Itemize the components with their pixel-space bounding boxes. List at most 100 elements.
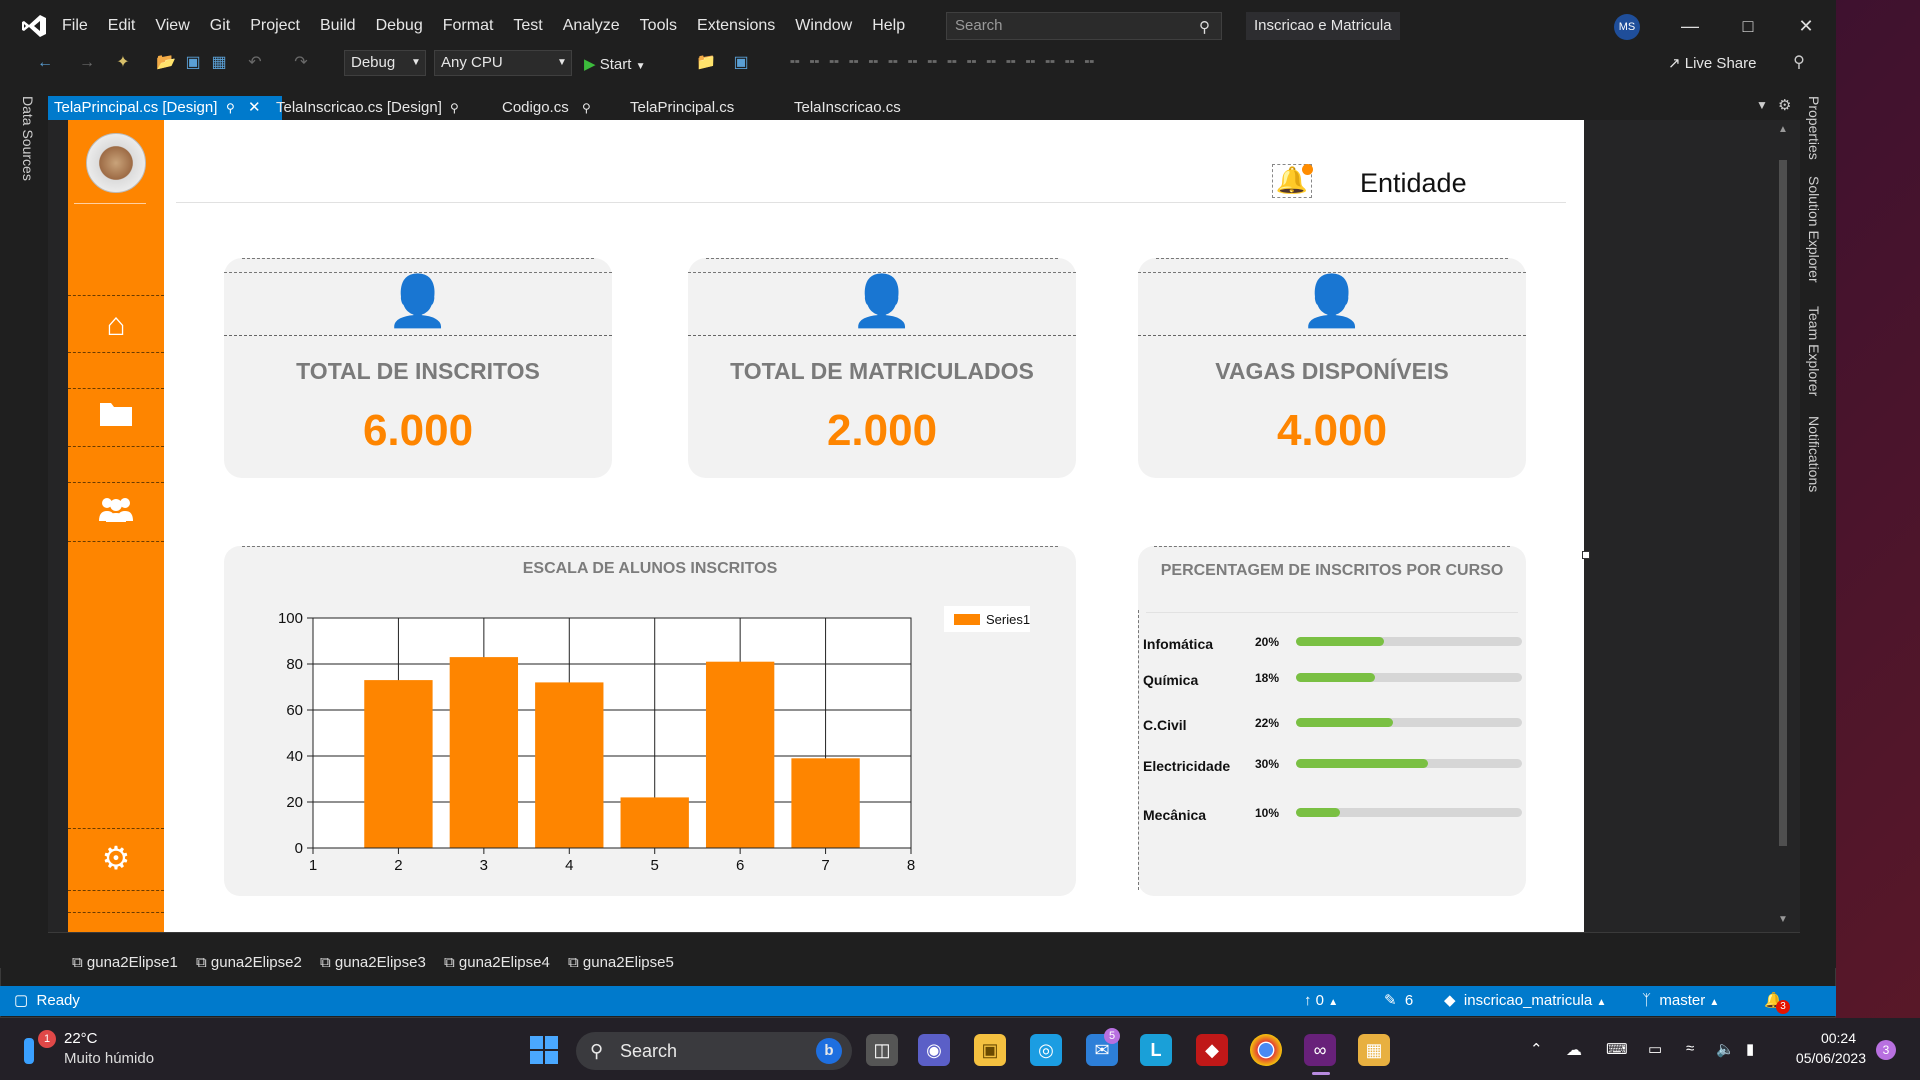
- forward-icon[interactable]: →: [78, 54, 96, 72]
- menu-item[interactable]: Tools: [630, 0, 687, 52]
- menu-item[interactable]: File: [52, 0, 98, 52]
- chrome-icon[interactable]: [1250, 1034, 1282, 1066]
- back-icon[interactable]: ←: [36, 54, 54, 72]
- tray-component[interactable]: ⧉ guna2Elipse5: [568, 954, 674, 971]
- volume-icon[interactable]: 🔈: [1716, 1040, 1735, 1058]
- maximize-button[interactable]: □: [1728, 10, 1768, 42]
- solution-explorer-panel-tab[interactable]: Solution Explorer: [1806, 176, 1822, 283]
- form-resize-handle[interactable]: [1582, 551, 1590, 559]
- users-icon[interactable]: [96, 492, 136, 532]
- close-button[interactable]: ✕: [1786, 10, 1826, 42]
- display-icon[interactable]: ▭: [1648, 1040, 1662, 1058]
- settings-gear-icon[interactable]: ⚙: [96, 838, 136, 878]
- branch-icon: ᛉ: [1642, 992, 1652, 1009]
- legend-swatch: [954, 614, 980, 625]
- tray-overflow-icon[interactable]: ⌃: [1530, 1040, 1543, 1058]
- configuration-value: Debug: [351, 54, 396, 71]
- tray-component-label: guna2Elipse5: [582, 954, 674, 971]
- menu-item[interactable]: Format: [433, 0, 504, 52]
- menu-item[interactable]: Analyze: [553, 0, 630, 52]
- live-share-button[interactable]: ↗ Live Share: [1668, 54, 1756, 74]
- scrollbar-thumb[interactable]: [1779, 160, 1787, 846]
- avatar[interactable]: MS: [1614, 14, 1640, 40]
- menu-item[interactable]: Build: [310, 0, 366, 52]
- screenshot-icon[interactable]: ▣: [732, 54, 750, 72]
- progress-track: [1296, 673, 1522, 682]
- menu-item[interactable]: Project: [240, 0, 310, 52]
- team-explorer-panel-tab[interactable]: Team Explorer: [1806, 306, 1822, 396]
- gear-icon[interactable]: ⚙: [1778, 96, 1791, 114]
- notifications-panel-tab[interactable]: Notifications: [1806, 416, 1822, 492]
- redo-icon[interactable]: ↷: [292, 54, 310, 72]
- taskbar-search[interactable]: ⚲ Search b: [576, 1032, 852, 1070]
- save-all-icon[interactable]: ▦: [210, 54, 228, 72]
- repository-selector[interactable]: ◆ inscricao_matricula ▲: [1444, 986, 1606, 1018]
- platform-select[interactable]: Any CPU ▼: [434, 50, 572, 76]
- close-tab-icon[interactable]: ✕: [248, 96, 261, 120]
- y-tick-label: 20: [286, 794, 303, 811]
- properties-panel-tab[interactable]: Properties: [1806, 96, 1822, 160]
- tray-component[interactable]: ⧉ guna2Elipse1: [72, 954, 178, 971]
- battery-icon[interactable]: ▮: [1746, 1040, 1754, 1058]
- feedback-icon[interactable]: ⚲: [1790, 54, 1808, 72]
- bar: [364, 680, 433, 848]
- task-view-icon[interactable]: ◫: [866, 1034, 898, 1066]
- tab-telaprincipal[interactable]: TelaPrincipal.cs: [624, 96, 766, 120]
- edge-browser-icon[interactable]: ◎: [1030, 1034, 1062, 1066]
- menu-item[interactable]: View: [145, 0, 199, 52]
- open-folder-icon[interactable]: 📂: [156, 54, 176, 72]
- tab-telaprincipal-design[interactable]: TelaPrincipal.cs [Design] ⚲ ✕: [48, 96, 282, 120]
- weather-temperature: 22°C: [64, 1030, 98, 1047]
- tray-component[interactable]: ⧉ guna2Elipse4: [444, 954, 550, 971]
- keyboard-icon[interactable]: ⌨: [1606, 1040, 1628, 1058]
- menu-item[interactable]: Debug: [366, 0, 433, 52]
- folder-icon[interactable]: [96, 396, 136, 436]
- start-button[interactable]: ▶ Start ▼: [584, 52, 645, 78]
- wifi-icon[interactable]: ≈: [1686, 1040, 1694, 1057]
- tab-label: Codigo.cs: [502, 99, 569, 116]
- branch-selector[interactable]: ᛉ master ▲: [1642, 986, 1719, 1018]
- push-count[interactable]: ↑ 0 ▲: [1304, 986, 1338, 1018]
- menu-item[interactable]: Help: [862, 0, 915, 52]
- start-button[interactable]: [528, 1034, 560, 1066]
- file-explorer-icon[interactable]: ▣: [974, 1034, 1006, 1066]
- configuration-select[interactable]: Debug ▼: [344, 50, 426, 76]
- undo-icon[interactable]: ↶: [246, 54, 264, 72]
- tab-telainscricao-design[interactable]: TelaInscricao.cs [Design] ⚲: [270, 96, 482, 120]
- scroll-up-icon[interactable]: ▲: [1778, 124, 1788, 135]
- tab-codigo[interactable]: Codigo.cs ⚲: [496, 96, 628, 120]
- tab-overflow-icon[interactable]: ▼: [1756, 98, 1768, 112]
- clock-date[interactable]: 05/06/2023: [1776, 1050, 1866, 1066]
- mcafee-icon[interactable]: ◆: [1196, 1034, 1228, 1066]
- browse-icon[interactable]: 📁: [696, 54, 716, 72]
- menu-item[interactable]: Test: [503, 0, 552, 52]
- menu-item[interactable]: Extensions: [687, 0, 785, 52]
- onedrive-icon[interactable]: ☁: [1566, 1040, 1582, 1060]
- save-icon[interactable]: ▣: [184, 54, 202, 72]
- home-icon[interactable]: ⌂: [96, 304, 136, 344]
- notification-center-badge[interactable]: 3: [1876, 1040, 1896, 1060]
- tray-component[interactable]: ⧉ guna2Elipse3: [320, 954, 426, 971]
- visual-studio-taskbar-icon[interactable]: ∞: [1304, 1034, 1336, 1066]
- data-sources-panel-tab[interactable]: Data Sources: [20, 96, 36, 181]
- scroll-down-icon[interactable]: ▼: [1778, 914, 1788, 925]
- winforms-app-icon[interactable]: ▦: [1358, 1034, 1390, 1066]
- minimize-button[interactable]: —: [1670, 10, 1710, 42]
- new-project-icon[interactable]: ✦: [114, 54, 132, 72]
- tray-component-label: guna2Elipse4: [458, 954, 550, 971]
- tab-telainscricao[interactable]: TelaInscricao.cs: [788, 96, 930, 120]
- menu-item[interactable]: Window: [785, 0, 862, 52]
- menu-item[interactable]: Edit: [98, 0, 146, 52]
- changes-count-value: 6: [1404, 992, 1414, 1009]
- weather-widget[interactable]: 1 22°C Muito húmido: [24, 1030, 174, 1070]
- search-input[interactable]: Search ⚲: [946, 12, 1222, 40]
- sidebar-divider: [68, 352, 164, 353]
- menu-item[interactable]: Git: [200, 0, 240, 52]
- component-icon: ⧉: [320, 954, 335, 971]
- teams-chat-icon[interactable]: ◉: [918, 1034, 950, 1066]
- app-l-icon[interactable]: L: [1140, 1034, 1172, 1066]
- bar: [535, 682, 604, 848]
- changes-count[interactable]: ✎ 6: [1384, 986, 1413, 1016]
- clock-time[interactable]: 00:24: [1776, 1030, 1856, 1046]
- tray-component[interactable]: ⧉ guna2Elipse2: [196, 954, 302, 971]
